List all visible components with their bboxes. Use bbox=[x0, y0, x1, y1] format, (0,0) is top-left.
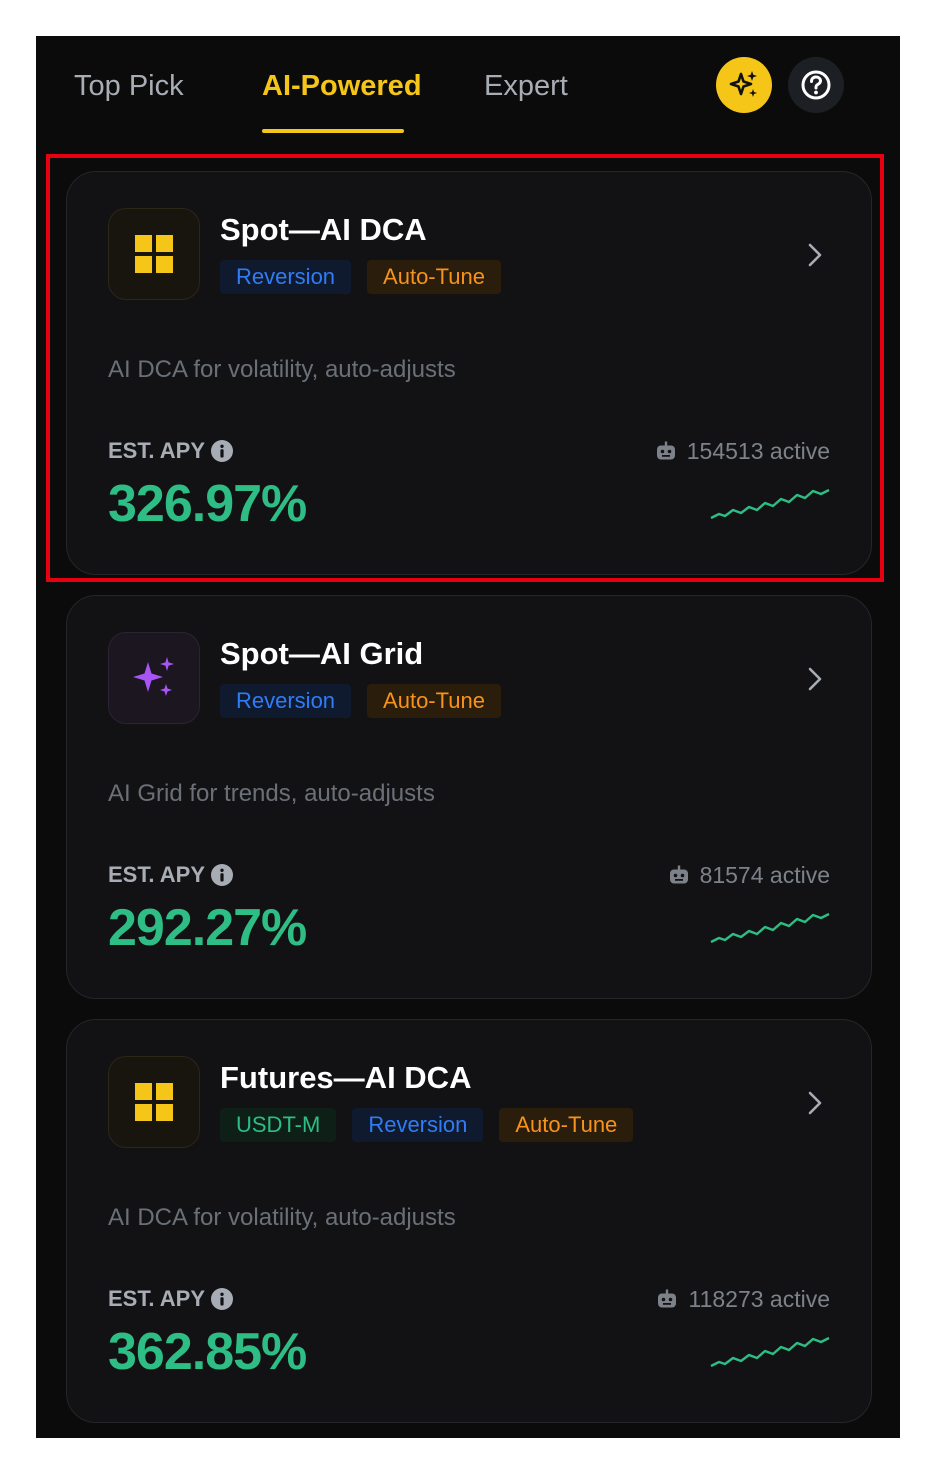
tag-auto-tune: Auto-Tune bbox=[499, 1108, 634, 1142]
card-description: AI DCA for volatility, auto-adjusts bbox=[108, 356, 456, 383]
grid-squares-icon bbox=[135, 235, 173, 273]
tag-auto-tune: Auto-Tune bbox=[367, 260, 501, 294]
tag-auto-tune: Auto-Tune bbox=[367, 684, 501, 718]
active-count-text: 81574 active bbox=[699, 862, 830, 888]
apy-value: 326.97% bbox=[108, 475, 307, 533]
question-icon bbox=[801, 70, 831, 100]
apy-value: 362.85% bbox=[108, 1323, 307, 1381]
info-icon[interactable] bbox=[211, 864, 233, 886]
card-icon-container bbox=[108, 1056, 200, 1148]
info-icon[interactable] bbox=[211, 1288, 233, 1310]
tab-ai-powered[interactable]: AI-Powered bbox=[262, 66, 422, 106]
apy-value: 292.27% bbox=[108, 899, 307, 957]
tag-row: Reversion Auto-Tune bbox=[220, 684, 501, 718]
active-bots: 81574 active bbox=[668, 862, 830, 889]
strategy-screen: Top Pick AI-Powered Expert Spot—AI DCA R… bbox=[36, 36, 900, 1438]
card-icon-container bbox=[108, 208, 200, 300]
apy-label: EST. APY bbox=[108, 1286, 233, 1312]
chevron-right-icon[interactable] bbox=[803, 664, 827, 694]
grid-squares-icon bbox=[135, 1083, 173, 1121]
tab-expert[interactable]: Expert bbox=[484, 66, 568, 106]
tag-reversion: Reversion bbox=[352, 1108, 484, 1142]
trend-sparkline bbox=[710, 1336, 830, 1368]
strategy-card-spot-ai-grid[interactable]: Spot—AI Grid Reversion Auto-Tune AI Grid… bbox=[66, 595, 872, 999]
active-bots: 118273 active bbox=[656, 1286, 830, 1313]
apy-label: EST. APY bbox=[108, 862, 233, 888]
tab-top-pick[interactable]: Top Pick bbox=[74, 66, 184, 106]
chevron-right-icon[interactable] bbox=[803, 240, 827, 270]
sparkle-icon bbox=[729, 71, 757, 97]
robot-icon bbox=[669, 865, 688, 883]
active-count-text: 118273 active bbox=[688, 1286, 830, 1312]
chevron-right-icon[interactable] bbox=[803, 1088, 827, 1118]
active-bots: 154513 active bbox=[655, 438, 830, 465]
apy-label-text: EST. APY bbox=[108, 862, 205, 887]
robot-icon bbox=[656, 441, 675, 459]
tag-row: USDT-M Reversion Auto-Tune bbox=[220, 1108, 634, 1142]
strategy-tabs: Top Pick AI-Powered Expert bbox=[36, 36, 900, 146]
trend-sparkline bbox=[710, 912, 830, 944]
card-title: Spot—AI DCA bbox=[220, 212, 427, 247]
card-description: AI DCA for volatility, auto-adjusts bbox=[108, 1204, 456, 1231]
tag-row: Reversion Auto-Tune bbox=[220, 260, 501, 294]
tag-reversion: Reversion bbox=[220, 260, 352, 294]
tag-usdt-m: USDT-M bbox=[220, 1108, 337, 1142]
tag-reversion: Reversion bbox=[220, 684, 352, 718]
strategy-card-futures-ai-dca[interactable]: Futures—AI DCA USDT-M Reversion Auto-Tun… bbox=[66, 1019, 872, 1423]
apy-label-text: EST. APY bbox=[108, 438, 205, 463]
card-title: Futures—AI DCA bbox=[220, 1060, 472, 1095]
trend-sparkline bbox=[710, 488, 830, 520]
ai-assistant-button[interactable] bbox=[716, 57, 772, 113]
active-count-text: 154513 active bbox=[686, 438, 830, 464]
strategy-card-spot-ai-dca[interactable]: Spot—AI DCA Reversion Auto-Tune AI DCA f… bbox=[66, 171, 872, 575]
sparkle-icon bbox=[133, 657, 174, 696]
card-title: Spot—AI Grid bbox=[220, 636, 424, 671]
help-button[interactable] bbox=[788, 57, 844, 113]
active-tab-indicator bbox=[262, 129, 404, 133]
apy-label-text: EST. APY bbox=[108, 1286, 205, 1311]
card-description: AI Grid for trends, auto-adjusts bbox=[108, 780, 435, 807]
card-icon-container bbox=[108, 632, 200, 724]
robot-icon bbox=[658, 1289, 677, 1307]
info-icon[interactable] bbox=[211, 440, 233, 462]
apy-label: EST. APY bbox=[108, 438, 233, 464]
